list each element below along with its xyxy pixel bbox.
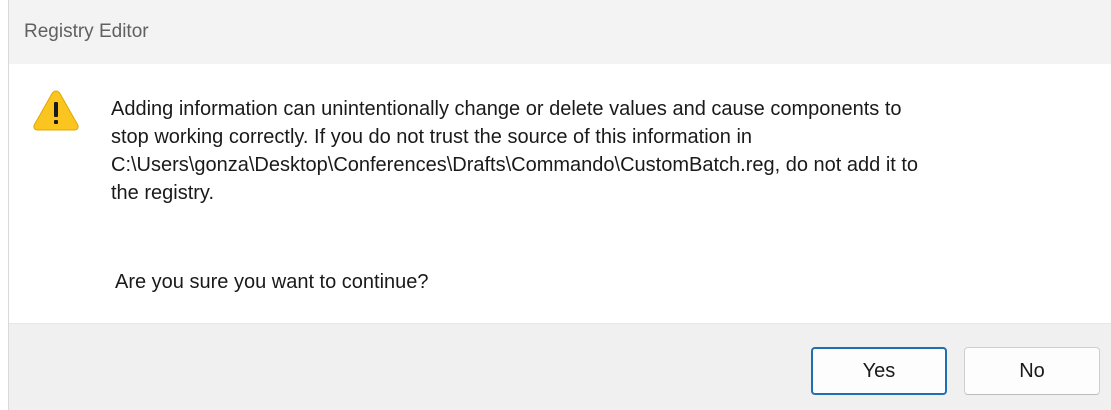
warning-message: Adding information can unintentionally c… [111, 95, 1101, 207]
dialog-content: Adding information can unintentionally c… [9, 64, 1111, 323]
window-title: Registry Editor [24, 21, 149, 42]
title-bar[interactable]: Registry Editor [9, 0, 1111, 64]
message-line: the registry. [111, 182, 214, 204]
yes-button[interactable]: Yes [811, 347, 947, 395]
button-bar: Yes No [9, 323, 1111, 410]
message-line: stop working correctly. If you do not tr… [111, 126, 753, 148]
message-line: Adding information can unintentionally c… [111, 98, 902, 120]
registry-editor-dialog: Registry Editor Adding information can u… [8, 0, 1111, 410]
message-line: C:\Users\gonza\Desktop\Conferences\Draft… [111, 154, 919, 176]
warning-icon [33, 90, 79, 131]
confirmation-question: Are you sure you want to continue? [115, 271, 429, 293]
no-button[interactable]: No [964, 347, 1100, 395]
